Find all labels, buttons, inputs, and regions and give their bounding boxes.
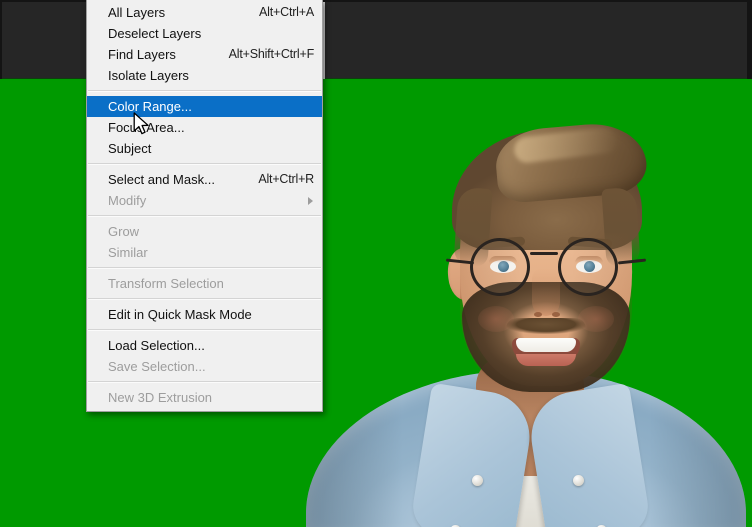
menu-separator: [88, 90, 321, 92]
menu-item-label: Similar: [108, 245, 148, 260]
toolbar-left-border: [0, 0, 2, 79]
menu-item-focus-area[interactable]: Focus Area...: [87, 117, 322, 138]
glasses-lens-right: [558, 238, 618, 296]
glasses-lens-left: [470, 238, 530, 296]
menu-item-label: Select and Mask...: [108, 172, 215, 187]
menu-item-label: Edit in Quick Mask Mode: [108, 307, 252, 322]
menu-separator: [88, 163, 321, 165]
nostril-right: [552, 312, 560, 317]
menu-item-shortcut: Alt+Shift+Ctrl+F: [228, 47, 315, 61]
menu-separator: [88, 381, 321, 383]
menu-item-edit-in-quick-mask-mode[interactable]: Edit in Quick Mask Mode: [87, 304, 322, 325]
menu-item-label: Focus Area...: [108, 120, 185, 135]
menu-item-label: Color Range...: [108, 99, 192, 114]
menu-item-shortcut: Alt+Ctrl+A: [259, 5, 314, 19]
nose: [532, 268, 560, 316]
teeth: [516, 338, 576, 352]
menu-item-label: Modify: [108, 193, 147, 208]
menu-item-label: Save Selection...: [108, 359, 206, 374]
photoshop-window: All Layers Alt+Ctrl+A Deselect Layers Find …: [0, 0, 752, 527]
menu-item-isolate-layers[interactable]: Isolate Layers: [87, 65, 322, 86]
menu-item-subject[interactable]: Subject: [87, 138, 322, 159]
menu-item-deselect-layers[interactable]: Deselect Layers: [87, 23, 322, 44]
toolbar-right-border: [747, 0, 752, 79]
menu-item-new-3d-extrusion: New 3D Extrusion: [87, 387, 322, 408]
collar-button: [472, 475, 483, 486]
select-menu[interactable]: All Layers Alt+Ctrl+A Deselect Layers Find …: [86, 0, 323, 412]
menu-item-label: Transform Selection: [108, 276, 224, 291]
menu-separator: [88, 267, 321, 269]
menu-item-label: Isolate Layers: [108, 68, 189, 83]
menu-item-label: All Layers: [108, 5, 166, 20]
menu-item-label: Subject: [108, 141, 152, 156]
menu-item-label: Find Layers: [108, 47, 176, 62]
portrait-photo: [300, 70, 752, 527]
menu-separator: [88, 298, 321, 300]
chevron-right-icon: [308, 196, 313, 205]
collar-button: [573, 475, 584, 486]
menu-item-label: Grow: [108, 224, 140, 239]
menu-item-label: Deselect Layers: [108, 26, 202, 41]
menu-item-similar: Similar: [87, 242, 322, 263]
menu-item-grow: Grow: [87, 221, 322, 242]
menu-item-transform-selection: Transform Selection: [87, 273, 322, 294]
menu-separator: [88, 329, 321, 331]
menu-item-load-selection[interactable]: Load Selection...: [87, 335, 322, 356]
lower-lip: [516, 354, 576, 366]
menu-item-save-selection: Save Selection...: [87, 356, 322, 377]
menu-item-color-range[interactable]: Color Range...: [87, 96, 322, 117]
menu-item-select-and-mask[interactable]: Select and Mask... Alt+Ctrl+R: [87, 169, 322, 190]
menu-item-shortcut: Alt+Ctrl+R: [258, 172, 314, 186]
nostril-left: [534, 312, 542, 317]
menu-item-label: New 3D Extrusion: [108, 390, 213, 405]
menu-separator: [88, 215, 321, 217]
glasses-bridge: [530, 252, 558, 255]
menu-item-all-layers[interactable]: All Layers Alt+Ctrl+A: [87, 2, 322, 23]
menu-item-label: Load Selection...: [108, 338, 205, 353]
mustache: [506, 318, 586, 334]
menu-item-modify: Modify: [87, 190, 322, 211]
menu-item-find-layers[interactable]: Find Layers Alt+Shift+Ctrl+F: [87, 44, 322, 65]
